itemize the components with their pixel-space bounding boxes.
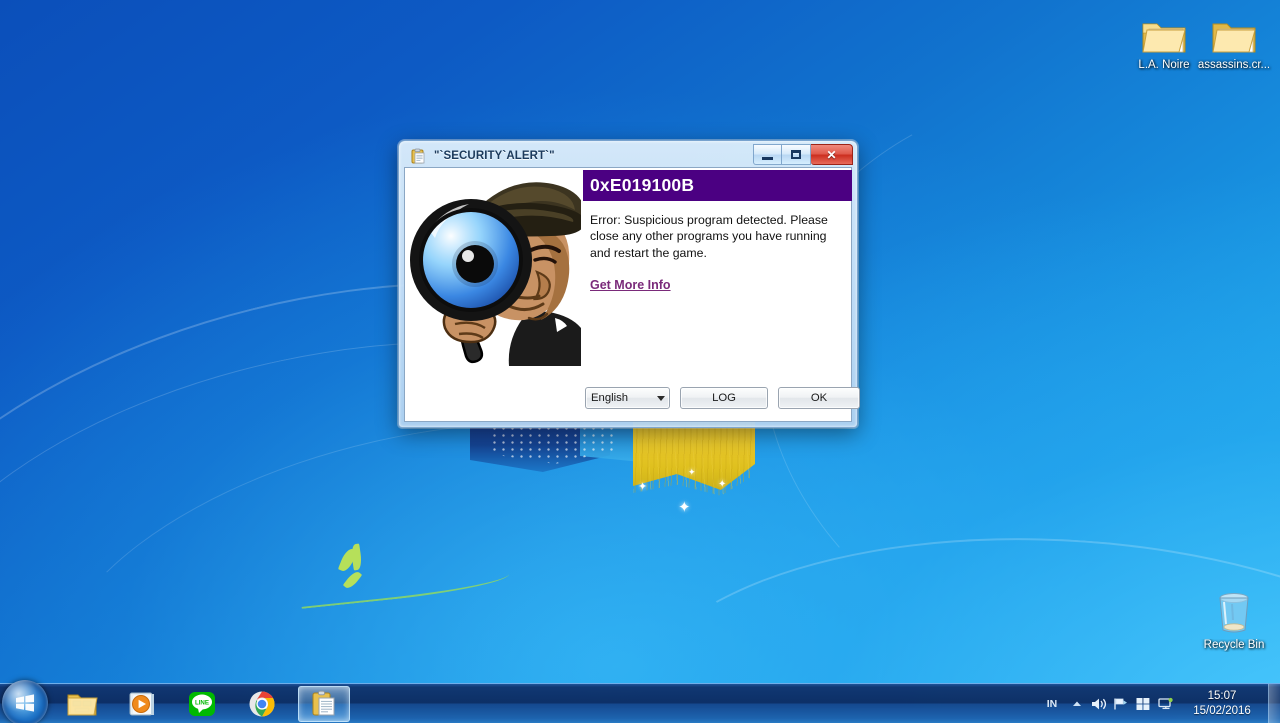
language-select-value: English	[591, 392, 629, 404]
network-icon[interactable]	[1154, 684, 1178, 723]
recycle-bin-icon	[1186, 588, 1280, 636]
chevron-down-icon	[657, 395, 665, 401]
sprig-stem	[299, 565, 511, 609]
sparkle-icon: ✦	[688, 467, 696, 477]
taskbar[interactable]: LINE IN 15:07 15/02/2016	[0, 680, 1280, 723]
input-language-indicator[interactable]: IN	[1038, 684, 1066, 723]
show-hidden-icons-button[interactable]	[1066, 684, 1088, 723]
taskbar-clock[interactable]: 15:07 15/02/2016	[1178, 689, 1266, 719]
sprig-leaf	[350, 543, 363, 571]
show-desktop-button[interactable]	[1268, 684, 1280, 723]
folder-icon	[1186, 8, 1280, 56]
minimize-button[interactable]	[753, 144, 782, 165]
taskbar-item-security-alert[interactable]	[298, 686, 350, 722]
dialog-content: 0xE019100B Error: Suspicious program det…	[583, 168, 852, 421]
start-button[interactable]	[2, 680, 48, 723]
detective-illustration	[405, 168, 586, 366]
system-tray[interactable]: IN 15:07 15/02/2016	[1038, 684, 1280, 723]
clock-date: 15/02/2016	[1193, 705, 1251, 717]
sparkle-icon: ✦	[638, 481, 648, 493]
error-message: Error: Suspicious program detected. Plea…	[590, 213, 828, 260]
window-controls[interactable]: ✕	[753, 144, 853, 165]
dialog-client-area: 0xE019100B Error: Suspicious program det…	[404, 167, 860, 422]
taskbar-item-explorer[interactable]	[56, 686, 108, 722]
taskbar-item-chrome[interactable]	[236, 686, 288, 722]
desktop-icon-label: assassins.cr...	[1197, 59, 1271, 71]
close-button[interactable]: ✕	[811, 144, 853, 165]
taskbar-item-line[interactable]: LINE	[176, 686, 228, 722]
clipboard-icon	[410, 148, 426, 164]
sparkle-icon: ✦	[718, 479, 727, 490]
desktop-icon-recycle-bin[interactable]: Recycle Bin	[1186, 588, 1280, 652]
desktop-icon-assassins-creed[interactable]: assassins.cr...	[1186, 8, 1280, 72]
dialog-button-row: English LOG OK	[585, 387, 860, 409]
error-code: 0xE019100B	[590, 175, 695, 195]
action-center-flag-icon[interactable]	[1110, 684, 1132, 723]
dialog-title: "`SECURITY`ALERT`"	[434, 150, 555, 162]
volume-icon[interactable]	[1088, 684, 1110, 723]
svg-text:LINE: LINE	[195, 699, 209, 706]
log-button[interactable]: LOG	[680, 387, 768, 409]
error-code-bar: 0xE019100B	[583, 170, 852, 201]
dialog-titlebar[interactable]: "`SECURITY`ALERT`" ✕	[404, 144, 853, 167]
maximize-button[interactable]	[782, 144, 811, 165]
wallpaper-sprig	[299, 540, 520, 609]
get-more-info-link[interactable]: Get More Info	[590, 278, 671, 292]
desktop-icon-label: Recycle Bin	[1203, 639, 1265, 651]
security-alert-dialog[interactable]: "`SECURITY`ALERT`" ✕ 0xE019100B Error: S…	[398, 140, 860, 428]
ok-button[interactable]: OK	[778, 387, 860, 409]
language-select[interactable]: English	[585, 387, 670, 409]
clock-time: 15:07	[1207, 690, 1237, 702]
sparkle-icon: ✦	[678, 499, 691, 516]
taskbar-item-media-player[interactable]	[116, 686, 168, 722]
windows-icon[interactable]	[1132, 684, 1154, 723]
